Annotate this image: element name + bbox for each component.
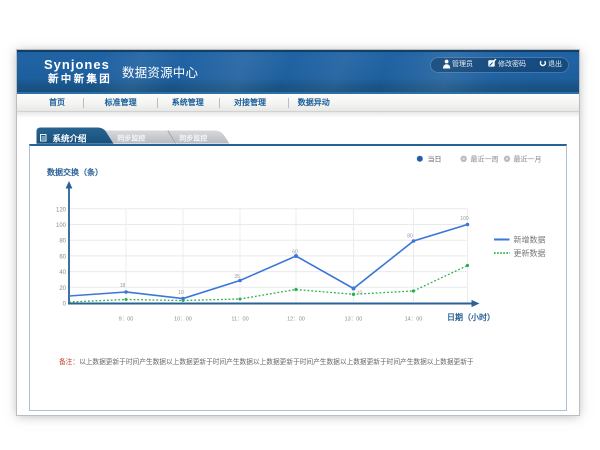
svg-text:14：00: 14：00 — [405, 317, 423, 323]
svg-text:35: 35 — [234, 274, 240, 280]
svg-text:日期（小时）: 日期（小时） — [447, 312, 495, 322]
svg-text:80: 80 — [407, 234, 413, 240]
svg-text:10: 10 — [357, 291, 363, 297]
svg-text:10: 10 — [178, 290, 184, 296]
svg-text:60: 60 — [292, 250, 298, 256]
svg-text:最近一周: 最近一周 — [471, 154, 499, 163]
svg-text:120: 120 — [56, 207, 67, 213]
svg-text:新增数据: 新增数据 — [514, 234, 546, 244]
svg-text:18: 18 — [120, 283, 126, 289]
svg-text:100: 100 — [460, 216, 469, 222]
svg-text:更新数据: 更新数据 — [514, 248, 546, 258]
svg-text:同步监控: 同步监控 — [117, 134, 145, 143]
svg-text:同步监控: 同步监控 — [179, 134, 207, 143]
svg-text:12：00: 12：00 — [287, 317, 305, 323]
svg-text:系统介绍: 系统介绍 — [53, 133, 88, 143]
svg-text:9：00: 9：00 — [119, 317, 134, 323]
svg-text:80: 80 — [59, 239, 66, 245]
svg-text:10：00: 10：00 — [174, 317, 192, 323]
svg-text:60: 60 — [59, 254, 66, 260]
svg-text:数据交换（条）: 数据交换（条） — [47, 167, 103, 177]
svg-text:40: 40 — [59, 270, 66, 276]
svg-text:13：00: 13：00 — [345, 317, 363, 323]
svg-text:0: 0 — [63, 302, 67, 308]
svg-text:100: 100 — [56, 223, 67, 229]
svg-text:20: 20 — [59, 286, 66, 292]
svg-text:最近一月: 最近一月 — [514, 154, 542, 163]
svg-text:当日: 当日 — [428, 154, 442, 163]
svg-text:11：00: 11：00 — [231, 317, 248, 323]
